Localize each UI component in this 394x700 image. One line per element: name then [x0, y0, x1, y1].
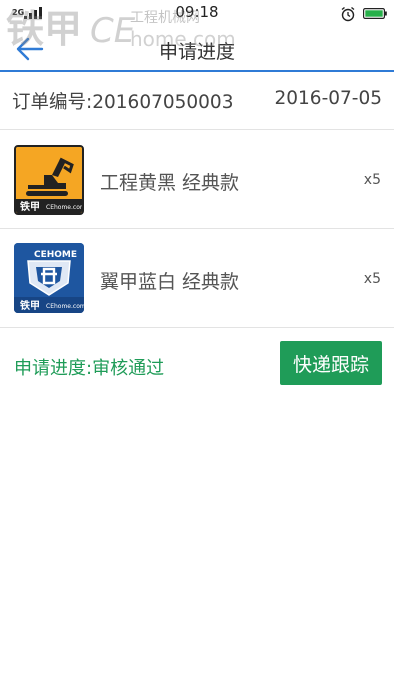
- cehome-shield-logo-icon: CEHOME 铁甲 CEhome.com: [14, 243, 84, 313]
- product-quantity: x5: [363, 271, 381, 287]
- product-name: 翼甲蓝白 经典款: [100, 271, 240, 293]
- svg-text:铁甲: 铁甲: [20, 200, 40, 213]
- track-shipment-button[interactable]: 快递跟踪: [280, 341, 382, 385]
- battery-icon: [363, 8, 387, 19]
- product-row[interactable]: 铁甲 CEhome.com 工程黄黑 经典款 x5: [0, 130, 394, 228]
- clock: 09:18: [175, 3, 219, 21]
- product-name: 工程黄黑 经典款: [100, 172, 240, 194]
- product-quantity: x5: [363, 172, 381, 188]
- order-date: 2016-07-05: [274, 88, 382, 109]
- excavator-logo-icon: 铁甲 CEhome.com: [14, 145, 84, 215]
- svg-text:CEhome.com: CEhome.com: [46, 204, 82, 211]
- status-bar: 2G 09:18: [0, 0, 394, 26]
- svg-text:CEhome.com: CEhome.com: [46, 303, 84, 310]
- progress-status: 申请进度:审核通过: [14, 358, 165, 379]
- app-header: 申请进度: [0, 26, 394, 72]
- svg-text:铁甲: 铁甲: [20, 299, 40, 312]
- alarm-icon: [341, 6, 355, 22]
- svg-text:CEHOME: CEHOME: [34, 250, 77, 260]
- product-row[interactable]: CEHOME 铁甲 CEhome.com 翼甲蓝白 经典款 x5: [0, 229, 394, 327]
- page-title: 申请进度: [158, 41, 235, 63]
- divider: [0, 327, 394, 328]
